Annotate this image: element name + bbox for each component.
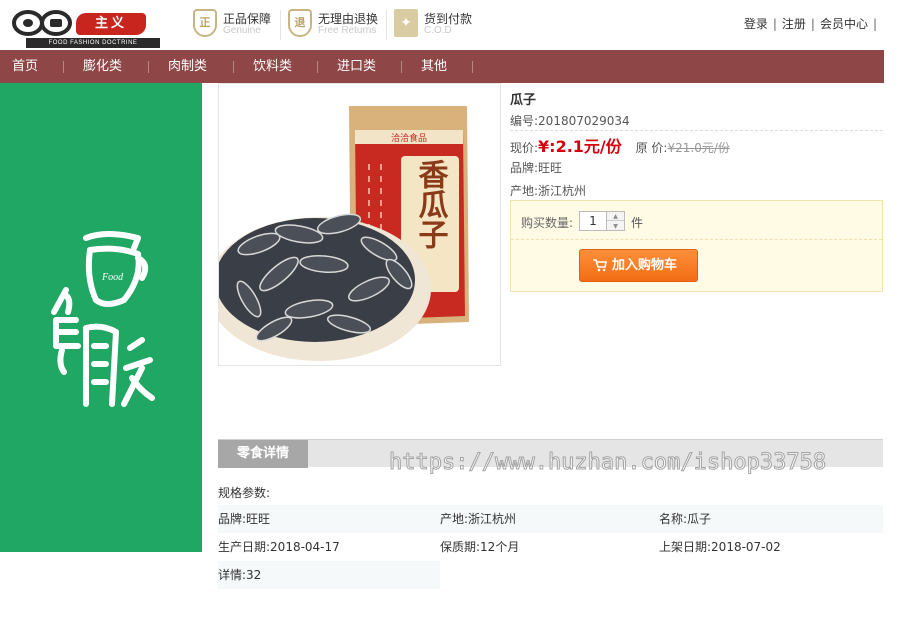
genuine-badge-icon: 正 [193,9,217,37]
nav-item-puffed[interactable]: 膨化类 [83,50,122,83]
nav-divider [63,61,64,73]
member-center-link[interactable]: 会员中心 [820,17,868,31]
price-row: 现价:¥:2.1元/份 原 价:¥21.0元/份 [510,133,730,157]
logo-mark-icon [12,10,72,36]
promise-subtitle: C.O.D [424,25,452,36]
nav-item-other[interactable]: 其他 [421,50,447,83]
price-label: 现价: [510,141,539,155]
promise-divider [280,10,281,40]
bag-title-text: 香瓜子 [413,159,449,249]
quantity-stepper[interactable]: ▲ ▼ [607,211,625,231]
spec-row: 详情:32 [218,561,440,589]
quantity-input[interactable]: 1 [579,211,607,231]
nav-divider [472,61,473,73]
stepper-down-icon[interactable]: ▼ [607,222,624,231]
nav-item-drinks[interactable]: 饮料类 [253,50,292,83]
nav-item-imported[interactable]: 进口类 [337,50,376,83]
spec-row: 品牌:旺旺 产地:浙江杭州 名称:瓜子 [218,505,883,533]
header: 主义 FOOD FASHION DOCTRINE 正 正品保障 Genuine … [0,0,900,50]
spec-title: 规格参数: [218,486,271,500]
add-to-cart-button[interactable]: 加入购物车 [579,249,698,282]
nav-divider [148,61,149,73]
purchase-box: 购买数量: 1 ▲ ▼ 件 加入购物车 [510,200,883,292]
nav-divider [233,61,234,73]
spec-brand: 品牌:旺旺 [218,512,271,526]
spec-shelf-life: 保质期:12个月 [440,540,520,554]
spec-details: 详情:32 [218,568,262,582]
logo-tagline: FOOD FASHION DOCTRINE [26,38,160,48]
original-price-label: 原 价: [635,141,668,155]
original-price: ¥21.0元/份 [667,141,730,155]
spec-row: 生产日期:2018-04-17 保质期:12个月 上架日期:2018-07-02 [218,533,883,561]
watermark-text: https://www.huzhan.com/ishop33758 [388,450,827,476]
spec-listing-date: 上架日期:2018-07-02 [659,540,781,554]
tab-snack-details[interactable]: 零食详情 [218,440,308,468]
link-separator: | [772,17,777,31]
logo-red-label: 主义 [76,13,146,35]
top-links: 登录 | 注册 | 会员中心 | [744,15,882,32]
promise-divider [386,10,387,40]
spec-name: 名称:瓜子 [659,512,712,526]
promise-subtitle: Free Returns [318,25,377,36]
side-banner[interactable]: Food [0,83,202,552]
product-name: 瓜子 [510,93,537,108]
promise-subtitle: Genuine [223,25,261,36]
main-nav: 首页 膨化类 肉制类 饮料类 进口类 其他 [0,50,884,83]
link-separator: | [872,17,877,31]
returns-badge-icon: 退 [288,9,312,37]
cod-badge-icon: ✦ [394,9,418,37]
spec-origin: 产地:浙江杭州 [440,512,517,526]
info-divider [510,130,883,131]
quantity-unit: 件 [631,216,644,230]
purchase-divider [511,239,882,240]
cart-icon [593,259,607,272]
product-origin: 产地:浙江杭州 [510,184,587,198]
nav-divider [317,61,318,73]
nav-item-meat[interactable]: 肉制类 [168,50,207,83]
current-price: ¥:2.1元/份 [538,137,622,156]
link-separator: | [810,17,815,31]
brand-calligraphy-logo-icon: Food [51,231,155,407]
site-logo[interactable]: 主义 FOOD FASHION DOCTRINE [12,8,160,48]
product-image[interactable]: 洽洽食品 香瓜子 [218,83,501,366]
spec-production-date: 生产日期:2018-04-17 [218,540,340,554]
add-to-cart-label: 加入购物车 [612,258,678,273]
svg-text:Food: Food [101,272,124,283]
login-link[interactable]: 登录 [744,17,768,31]
stepper-up-icon[interactable]: ▲ [607,212,624,221]
nav-divider [401,61,402,73]
product-code: 编号:201807029034 [510,114,630,128]
product-photo-illustration: 洽洽食品 香瓜子 [219,84,500,365]
nav-item-home[interactable]: 首页 [12,50,38,83]
quantity-label: 购买数量: [521,216,574,230]
register-link[interactable]: 注册 [782,17,806,31]
product-brand: 品牌:旺旺 [510,161,563,175]
bag-brand-text: 洽洽食品 [391,132,427,144]
